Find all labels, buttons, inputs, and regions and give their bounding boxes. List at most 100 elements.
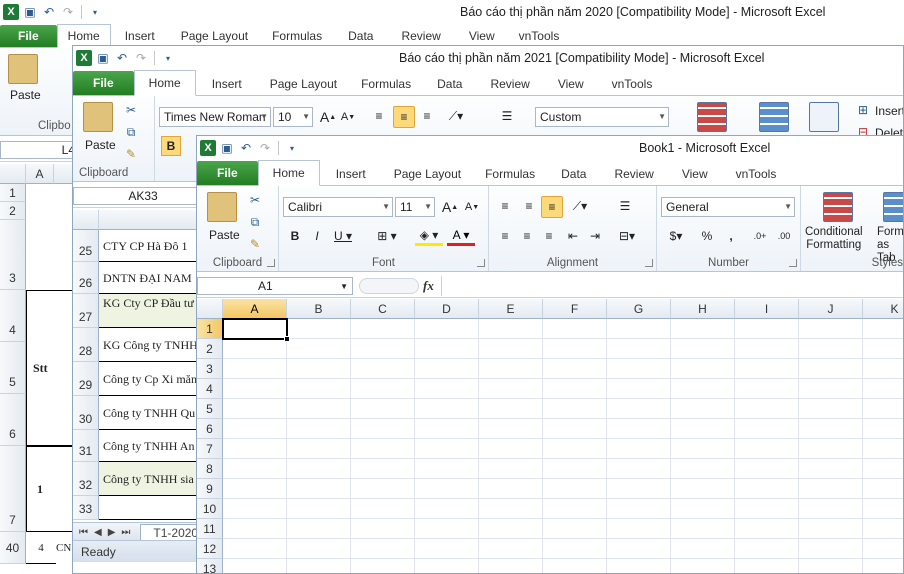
col-header-a[interactable]: A <box>26 164 54 184</box>
number-format-combo[interactable]: General ▼ <box>661 197 795 217</box>
row-header[interactable]: 11 <box>197 519 223 539</box>
name-box-dropdown-icon[interactable]: ▼ <box>340 282 348 291</box>
clipboard-launcher-icon[interactable] <box>267 259 275 267</box>
col-header-b[interactable]: B <box>287 299 351 319</box>
align-center-button[interactable]: ≡ <box>517 226 537 246</box>
grid-row[interactable] <box>223 439 903 459</box>
row-header[interactable]: 28 <box>73 328 99 362</box>
row-header[interactable]: 30 <box>73 396 99 430</box>
paste-icon[interactable] <box>83 102 113 132</box>
tab-review[interactable]: Review <box>476 73 543 95</box>
currency-button[interactable]: $▾ <box>663 226 689 246</box>
row-header[interactable]: 9 <box>197 479 223 499</box>
grid-row[interactable] <box>223 459 903 479</box>
first-sheet-icon[interactable]: ⏮ <box>79 527 88 538</box>
align-top-button[interactable]: ≡ <box>495 196 515 216</box>
borders-button[interactable]: ⊞ ▾ <box>373 226 401 246</box>
row-header[interactable]: 5 <box>0 342 26 394</box>
grid-row[interactable] <box>223 319 903 339</box>
redo-icon[interactable]: ↷ <box>257 140 273 156</box>
col-header-h[interactable]: H <box>671 299 735 319</box>
row-header[interactable]: 33 <box>73 496 99 520</box>
col-header-b[interactable] <box>54 164 74 184</box>
tab-data[interactable]: Data <box>547 163 600 185</box>
conditional-formatting-icon[interactable] <box>823 192 853 222</box>
cut-icon[interactable]: ✂ <box>123 102 139 118</box>
bold-button[interactable]: B <box>161 136 181 156</box>
tab-view[interactable]: View <box>544 73 598 95</box>
shrink-font-button[interactable]: A ▼ <box>339 108 357 126</box>
alignment-launcher-icon[interactable] <box>645 259 653 267</box>
row-header[interactable]: 2 <box>197 339 223 359</box>
row-header[interactable]: 4 <box>0 290 26 342</box>
row-header[interactable]: 25 <box>73 230 99 262</box>
stt-cell[interactable]: Stt <box>26 290 74 446</box>
grid-row[interactable] <box>223 359 903 379</box>
row-header[interactable]: 5 <box>197 399 223 419</box>
row-header[interactable]: 7 <box>197 439 223 459</box>
font-name-combo[interactable]: Calibri ▼ <box>283 197 393 217</box>
grid-row[interactable] <box>223 379 903 399</box>
decrease-decimal-button[interactable]: .00 <box>773 226 795 246</box>
tab-home[interactable]: Home <box>257 160 320 186</box>
next-sheet-icon[interactable]: ▶ <box>108 527 116 538</box>
row-header[interactable]: 12 <box>197 539 223 559</box>
font-color-button[interactable]: A ▾ <box>447 226 475 246</box>
undo-icon[interactable]: ↶ <box>41 4 57 20</box>
tab-file[interactable]: File <box>0 25 57 47</box>
row-header[interactable]: 6 <box>197 419 223 439</box>
conditional-formatting-button[interactable]: Conditional Formatting <box>805 226 863 252</box>
align-right-button[interactable]: ≡ <box>539 226 559 246</box>
col-header-k[interactable]: K <box>863 299 903 319</box>
row-header[interactable]: 3 <box>0 220 26 290</box>
customize-qat-icon[interactable]: ▾ <box>160 50 176 66</box>
save-icon[interactable]: ▣ <box>95 50 111 66</box>
underline-button[interactable]: U ▾ <box>329 226 357 246</box>
wrap-text-button[interactable]: ☰ <box>615 196 635 216</box>
comma-button[interactable]: , <box>721 226 741 246</box>
paste-icon[interactable] <box>8 54 38 84</box>
tab-insert[interactable]: Insert <box>111 25 169 47</box>
conditional-formatting-icon[interactable] <box>697 102 727 132</box>
name-box[interactable]: L4 <box>0 141 80 159</box>
increase-indent-button[interactable]: ⇥ <box>585 226 605 246</box>
undo-icon[interactable]: ↶ <box>114 50 130 66</box>
row-header[interactable]: 2 <box>0 202 26 220</box>
tab-vntools[interactable]: vnTools <box>509 25 570 47</box>
tab-insert[interactable]: Insert <box>320 163 382 185</box>
cut-icon[interactable]: ✂ <box>247 192 263 208</box>
number-format-combo[interactable]: Custom ▼ <box>535 107 669 127</box>
row-header[interactable]: 7 <box>0 446 26 532</box>
cell-index-1[interactable]: 1 <box>26 446 74 532</box>
row-header[interactable]: 40 <box>0 532 26 564</box>
tab-vntools[interactable]: vnTools <box>598 73 667 95</box>
row-header[interactable]: 1 <box>197 319 223 339</box>
formula-input[interactable] <box>441 276 903 296</box>
prev-sheet-icon[interactable]: ◀ <box>94 527 102 538</box>
tab-page-layout[interactable]: Page Layout <box>382 163 473 185</box>
merge-center-button[interactable]: ⊟▾ <box>613 226 641 246</box>
align-left-button[interactable]: ≡ <box>495 226 515 246</box>
col-header-j[interactable]: J <box>799 299 863 319</box>
align-bottom-button[interactable]: ≡ <box>417 106 437 126</box>
align-middle-button[interactable]: ≡ <box>519 196 539 216</box>
tab-vntools[interactable]: vnTools <box>722 163 791 185</box>
wrap-text-button[interactable]: ☰ <box>497 106 517 126</box>
paste-label[interactable]: Paste <box>209 228 240 242</box>
customize-qat-icon[interactable]: ▾ <box>87 4 103 20</box>
copy-icon[interactable]: ⧉ <box>123 124 139 140</box>
insert-function-icon[interactable]: fx <box>423 278 434 294</box>
tab-page-layout[interactable]: Page Layout <box>258 73 349 95</box>
tab-file[interactable]: File <box>197 161 258 185</box>
percent-button[interactable]: % <box>697 226 717 246</box>
last-sheet-icon[interactable]: ⏭ <box>121 527 130 538</box>
undo-icon[interactable]: ↶ <box>238 140 254 156</box>
format-as-table-icon[interactable] <box>883 192 903 222</box>
name-box[interactable]: A1 ▼ <box>197 277 353 295</box>
decrease-indent-button[interactable]: ⇤ <box>563 226 583 246</box>
tab-insert[interactable]: Insert <box>196 73 258 95</box>
col-header-i[interactable]: I <box>735 299 799 319</box>
row-header[interactable]: 4 <box>197 379 223 399</box>
paste-label[interactable]: Paste <box>10 88 41 102</box>
cell-index-4[interactable]: 4 <box>26 532 56 564</box>
